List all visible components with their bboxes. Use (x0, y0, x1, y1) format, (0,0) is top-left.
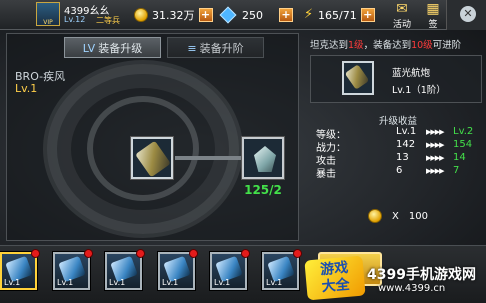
level-up-icon: LV (82, 42, 96, 55)
diamond-resource: 250 + (219, 6, 293, 24)
main-equipment-slot[interactable] (131, 137, 173, 179)
signin-button[interactable]: ▦ 签 (420, 1, 446, 30)
player-level: Lv.12 (64, 15, 86, 24)
activity-label: 活动 (392, 20, 411, 30)
tab-advance-label: 装备升阶 (199, 42, 244, 55)
notification-dot (84, 249, 93, 258)
stack-icon: ≡ (187, 42, 197, 55)
tab-equipment-upgrade[interactable]: LV 装备升级 (64, 37, 161, 58)
energy-bolt-icon: ⚡ (304, 7, 314, 22)
upgrade-cost: X 100 (368, 209, 428, 223)
req-tank-level: 1级 (348, 40, 364, 51)
item-thumbnail (342, 61, 374, 95)
notification-dot (189, 249, 198, 258)
item-level-label: Lv.1 (4, 278, 21, 287)
watermark-site-url: www.4399.cn (378, 283, 446, 294)
item-level: Lv.1（1阶） (392, 85, 446, 96)
signin-label: 签 (428, 20, 438, 30)
gold-amount: 31.32万 (152, 9, 195, 22)
player-rank: 二等兵 (96, 16, 120, 25)
cost-multiplier: X (392, 210, 399, 222)
add-energy-button[interactable]: + (360, 8, 375, 22)
notification-dot (31, 249, 40, 258)
equipment-item[interactable]: Lv.1 (210, 249, 250, 290)
arrows-icon: ▶▶▶▶ (426, 167, 445, 175)
diamond-amount: 250 (242, 8, 263, 22)
stat-from: Lv.1 (396, 126, 417, 137)
notification-dot (136, 249, 145, 258)
req-prefix: 坦克达到 (310, 40, 349, 51)
stat-row-crit: 暴击 6 ▶▶▶▶ 7 (310, 165, 486, 180)
stat-to: 14 (453, 152, 466, 163)
item-level-label: Lv.1 (214, 278, 231, 287)
watermark-badge-line1: 游戏 (319, 259, 349, 279)
vip-badge: VIP (43, 19, 53, 26)
crystal-icon (254, 146, 276, 172)
stat-to: Lv.2 (453, 126, 474, 137)
arrows-icon: ▶▶▶▶ (426, 141, 445, 149)
energy-amount: 165/71 (318, 8, 357, 22)
equipment-item[interactable]: Lv.1 (158, 249, 198, 290)
arrows-icon: ▶▶▶▶ (426, 154, 445, 162)
material-count: 125/2 (244, 183, 282, 197)
stat-row-power: 战力： 142 ▶▶▶▶ 154 (310, 139, 486, 154)
notification-dot (293, 249, 302, 258)
stat-row-attack: 攻击 13 ▶▶▶▶ 14 (310, 152, 486, 167)
diamond-icon (219, 6, 237, 24)
equipment-level: Lv.1 (15, 82, 38, 95)
upgrade-details-panel: 坦克达到1级，装备达到10级可进阶 蓝光航炮 Lv.1（1阶） 升级收益 等级：… (306, 33, 484, 241)
gold-coin-icon (134, 8, 148, 22)
close-icon: ✕ (460, 6, 476, 22)
item-level-label: Lv.1 (57, 278, 74, 287)
close-button[interactable]: ✕ (446, 0, 486, 30)
cannon-icon (135, 140, 171, 178)
equipment-item[interactable]: Lv.1 (53, 249, 93, 290)
req-middle: ，装备达到 (363, 40, 412, 51)
activity-button[interactable]: ✉ 活动 (389, 1, 415, 30)
watermark-badge-line2: 大全 (321, 276, 351, 296)
equipment-panel: LV 装备升级 ≡ 装备升阶 BRO-疾风 Lv.1 125/2 (6, 33, 299, 241)
stat-from: 13 (396, 152, 409, 163)
stat-to: 154 (453, 139, 473, 150)
cannon-icon (344, 64, 370, 90)
connector-line (175, 156, 241, 160)
equipment-item[interactable]: Lv.1 (262, 249, 302, 290)
add-diamond-button[interactable]: + (279, 8, 293, 22)
add-gold-button[interactable]: + (198, 8, 213, 22)
section-title: 升级收益 (378, 116, 417, 127)
cost-value: 100 (408, 210, 428, 222)
stats-list: 等级： Lv.1 ▶▶▶▶ Lv.2 战力： 142 ▶▶▶▶ 154 攻击 1… (310, 126, 486, 180)
energy-resource: ⚡ 165/71 + (304, 6, 375, 24)
item-name: 蓝光航炮 (392, 68, 431, 79)
material-slot[interactable] (242, 137, 284, 179)
gift-icon: ✉ (396, 1, 408, 17)
stat-to: 7 (453, 165, 460, 176)
stat-from: 6 (396, 165, 403, 176)
item-level-label: Lv.1 (109, 278, 126, 287)
req-suffix: 可进阶 (432, 40, 462, 51)
item-level-label: Lv.1 (162, 278, 179, 287)
equipment-item[interactable]: Lv.1 (0, 249, 40, 290)
stat-name: 暴击 (316, 169, 336, 180)
advance-requirement: 坦克达到1级，装备达到10级可进阶 (310, 37, 486, 51)
calendar-icon: ▦ (426, 1, 440, 17)
notification-dot (241, 249, 250, 258)
stat-from: 142 (396, 139, 416, 150)
tab-upgrade-label: 装备升级 (98, 42, 143, 55)
item-level-label: Lv.1 (266, 278, 283, 287)
arrows-icon: ▶▶▶▶ (426, 128, 445, 136)
watermark-site-name: 4399手机游戏网 (367, 267, 476, 283)
equipment-item[interactable]: Lv.1 (105, 249, 145, 290)
top-bar: VIP 4399幺幺 Lv.12 二等兵 31.32万 + 250 + ⚡ 16… (0, 0, 486, 30)
tab-equipment-advance[interactable]: ≡ 装备升阶 (167, 37, 264, 58)
req-equip-level: 10级 (411, 40, 433, 51)
gold-resource: 31.32万 + (134, 6, 213, 24)
watermark-logo: 游戏 大全 (304, 255, 366, 301)
gold-coin-icon (368, 209, 382, 223)
stat-row-level: 等级： Lv.1 ▶▶▶▶ Lv.2 (310, 126, 486, 141)
player-avatar[interactable]: VIP (36, 2, 60, 26)
